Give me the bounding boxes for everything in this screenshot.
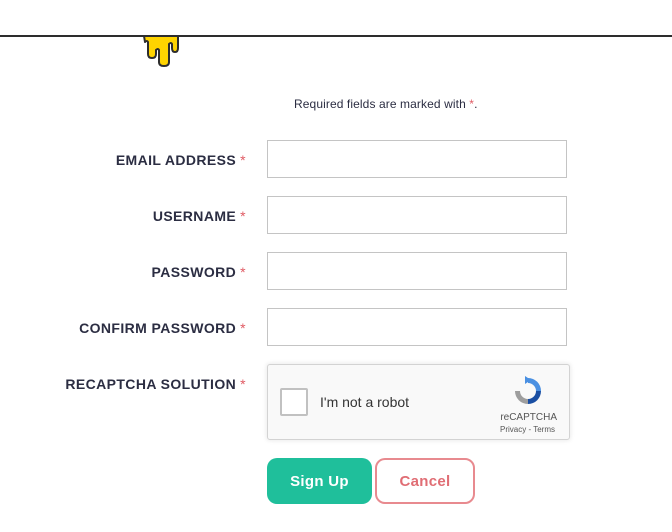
recaptcha-terms-link[interactable]: Terms <box>533 425 555 434</box>
password-row: PASSWORD * <box>0 252 672 292</box>
confirm-password-row: CONFIRM PASSWORD * <box>0 308 672 348</box>
username-label: USERNAME * <box>152 208 246 224</box>
recaptcha-privacy-link[interactable]: Privacy <box>500 425 526 434</box>
required-fields-note: Required fields are marked with *. <box>294 97 478 111</box>
password-field[interactable] <box>267 252 567 290</box>
header-divider <box>0 35 672 37</box>
email-label: EMAIL ADDRESS * <box>115 152 246 168</box>
email-field[interactable] <box>267 140 567 178</box>
drip-logo-icon <box>143 36 179 67</box>
recaptcha-widget: I'm not a robot reCAPTCHA Privacy - Term… <box>267 364 570 440</box>
password-label: PASSWORD * <box>151 264 246 280</box>
recaptcha-links: Privacy - Terms <box>500 425 555 434</box>
recaptcha-brand: reCAPTCHA <box>500 412 557 423</box>
confirm-password-label: CONFIRM PASSWORD * <box>79 320 246 336</box>
email-row: EMAIL ADDRESS * <box>0 140 672 180</box>
sign-up-button[interactable]: Sign Up <box>267 458 372 504</box>
recaptcha-logo-icon <box>515 376 541 404</box>
username-field[interactable] <box>267 196 567 234</box>
recaptcha-checkbox[interactable] <box>280 388 308 416</box>
username-row: USERNAME * <box>0 196 672 236</box>
recaptcha-checkbox-label: I'm not a robot <box>320 394 410 410</box>
cancel-button[interactable]: Cancel <box>375 458 475 504</box>
confirm-password-field[interactable] <box>267 308 567 346</box>
recaptcha-label: RECAPTCHA SOLUTION * <box>65 376 246 392</box>
